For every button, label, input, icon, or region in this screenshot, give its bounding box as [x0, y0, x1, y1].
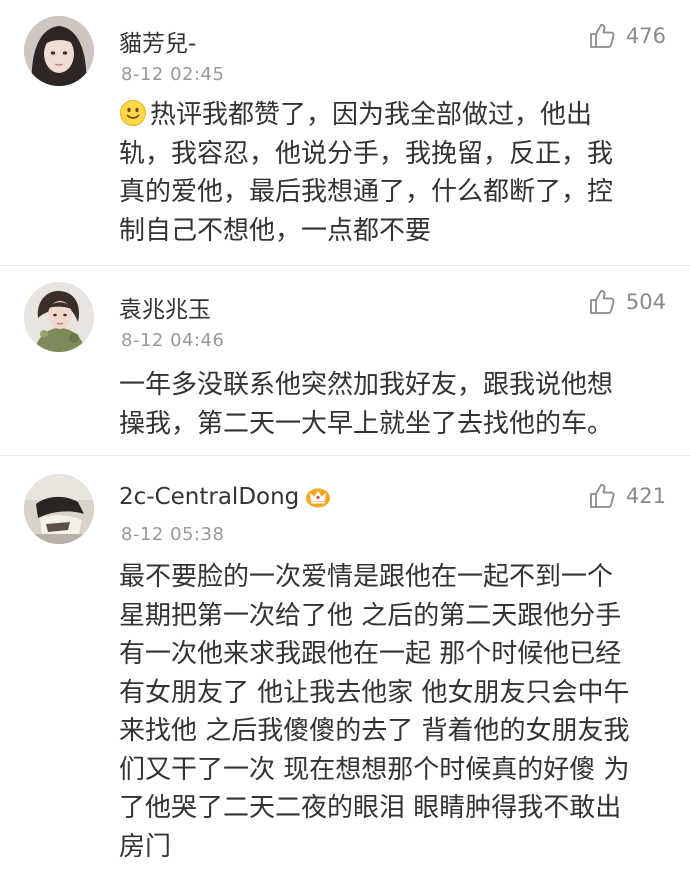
avatar[interactable]	[24, 474, 94, 544]
smile-emoji-icon	[120, 100, 146, 126]
thumbs-up-icon	[590, 484, 615, 508]
timestamp: 8-12 05:38	[121, 524, 225, 545]
comment-line: 轨，我容忍，他说分手，我挽留，反正，我	[119, 138, 614, 169]
comment-line: 星期把第一次给了他 之后的第二天跟他分手	[119, 600, 622, 631]
comment-line: 最不要脸的一次爱情是跟他在一起不到一个	[119, 562, 614, 592]
comment-item: 貓芳兒- 8-12 02:45 476 热评我都赞了，因为我全部做过，他出 轨，…	[0, 0, 690, 266]
user-avatar-photo-icon	[24, 474, 94, 544]
user-avatar-photo-icon	[24, 16, 94, 86]
avatar[interactable]	[24, 16, 94, 86]
comment-list: 貓芳兒- 8-12 02:45 476 热评我都赞了，因为我全部做过，他出 轨，…	[0, 0, 690, 878]
comment-text: 最不要脸的一次爱情是跟他在一起不到一个 星期把第一次给了他 之后的第二天跟他分手…	[119, 558, 656, 866]
username[interactable]: 貓芳兒-	[119, 24, 196, 58]
comment-line-text: 热评我都赞了，因为我全部做过，他出	[150, 100, 593, 130]
comment-line: 房门	[119, 831, 172, 862]
like-count: 504	[625, 290, 666, 314]
username[interactable]: 袁兆兆玉	[119, 290, 211, 324]
avatar[interactable]	[24, 282, 94, 352]
comment-line: 了他哭了二天二夜的眼泪 眼睛肿得我不敢出	[119, 793, 622, 823]
comment-item: 2c-CentralDong 8-12 05:38 421 最不要脸的一次爱情是…	[0, 456, 690, 878]
like-button[interactable]: 421	[588, 482, 666, 510]
thumbs-up-icon	[590, 290, 615, 314]
comment-text: 一年多没联系他突然加我好友，跟我说他想 操我，第二天一大早上就坐了去找他的车。	[119, 366, 656, 443]
username[interactable]: 2c-CentralDong	[119, 484, 331, 510]
like-count: 476	[625, 24, 666, 48]
like-button[interactable]: 476	[588, 22, 666, 50]
comment-line: 真的爱他，最后我想通了，什么都断了，控	[119, 177, 614, 207]
comment-text: 热评我都赞了，因为我全部做过，他出 轨，我容忍，他说分手，我挽留，反正，我 真的…	[119, 96, 656, 250]
user-avatar-photo-icon	[24, 282, 94, 352]
username-text[interactable]: 袁兆兆玉	[119, 290, 211, 324]
comment-line: 有一次他来求我跟他在一起 那个时候他已经	[119, 639, 622, 669]
comment-line: 来找他 之后我傻傻的去了 背着他的女朋友我	[119, 716, 630, 746]
username-text[interactable]: 貓芳兒-	[119, 24, 196, 58]
comment-line: 一年多没联系他突然加我好友，跟我说他想	[119, 370, 614, 400]
comment-line: 热评我都赞了，因为我全部做过，他出	[119, 96, 656, 135]
thumbs-up-icon	[590, 24, 615, 48]
comment-line: 制自己不想他，一点都不要	[119, 215, 432, 246]
comment-line: 们又干了一次 现在想想那个时候真的好傻 为	[119, 754, 630, 785]
like-count: 421	[625, 484, 666, 508]
timestamp: 8-12 04:46	[121, 330, 225, 351]
comment-line: 操我，第二天一大早上就坐了去找他的车。	[119, 408, 614, 439]
username-text[interactable]: 2c-CentralDong	[119, 484, 299, 510]
timestamp: 8-12 02:45	[121, 64, 225, 85]
comment-item: 袁兆兆玉 8-12 04:46 504 一年多没联系他突然加我好友，跟我说他想 …	[0, 266, 690, 456]
vip-crown-badge-icon[interactable]	[305, 486, 331, 508]
comment-line: 有女朋友了 他让我去他家 他女朋友只会中午	[119, 677, 630, 708]
like-button[interactable]: 504	[588, 288, 666, 316]
